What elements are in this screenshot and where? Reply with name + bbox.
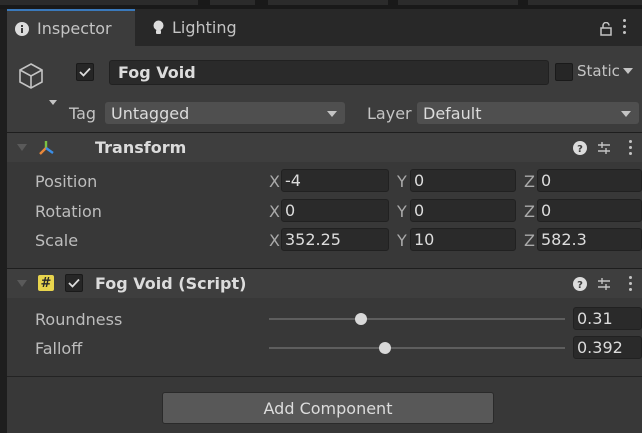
foldout-arrow-icon[interactable]	[17, 144, 27, 151]
axis-z-label: Z	[524, 172, 535, 191]
axis-x-label: X	[269, 202, 280, 221]
svg-text:?: ?	[577, 144, 583, 155]
roundness-label: Roundness	[35, 310, 123, 329]
layer-value: Default	[423, 103, 482, 123]
object-name-field[interactable]: Fog Void	[109, 60, 549, 85]
svg-text:?: ?	[577, 280, 583, 291]
layer-dropdown[interactable]: Default	[417, 102, 639, 124]
axis-z-label: Z	[524, 231, 535, 250]
scale-z-field[interactable]: 582.3	[537, 228, 642, 251]
checkmark-icon	[68, 278, 80, 288]
axis-x-label: X	[269, 231, 280, 250]
rotation-z-field[interactable]: 0	[537, 199, 642, 222]
presets-icon[interactable]	[597, 276, 611, 295]
axis-x-label: X	[269, 172, 280, 191]
top-strip-segment	[0, 0, 198, 5]
axis-y-label: Y	[397, 202, 407, 221]
falloff-slider-thumb[interactable]	[379, 342, 392, 354]
scale-x-field[interactable]: 352.25	[281, 228, 389, 251]
rotation-x-field[interactable]: 0	[281, 199, 389, 222]
top-strip-segment	[528, 0, 642, 5]
top-strip-segment	[398, 0, 518, 5]
more-options-icon[interactable]	[623, 19, 627, 35]
tab-lighting-label: Lighting	[172, 18, 237, 37]
tag-dropdown[interactable]: Untagged	[105, 102, 345, 124]
inspector-panel: Inspector Lighting Fog Void Static Tag U…	[7, 9, 642, 433]
static-dropdown[interactable]: Static	[577, 62, 633, 80]
tab-bar: Inspector Lighting	[7, 9, 642, 46]
transform-icon	[37, 139, 55, 161]
scale-y-field[interactable]: 10	[410, 228, 516, 251]
window-top-strip	[0, 0, 642, 9]
rotation-y-field[interactable]: 0	[410, 199, 516, 222]
lightbulb-icon	[153, 20, 164, 35]
tab-inspector-label: Inspector	[37, 19, 112, 38]
active-checkbox[interactable]	[76, 63, 94, 81]
roundness-slider-thumb[interactable]	[354, 313, 367, 325]
component-menu-icon[interactable]	[629, 140, 632, 158]
presets-icon[interactable]	[597, 140, 611, 159]
add-component-button[interactable]: Add Component	[162, 392, 494, 424]
script-enabled-checkbox[interactable]	[65, 274, 83, 292]
rotation-label: Rotation	[35, 202, 102, 221]
position-x-field[interactable]: -4	[281, 169, 389, 192]
chevron-down-icon[interactable]	[49, 100, 57, 105]
transform-title: Transform	[95, 138, 187, 157]
position-z-field[interactable]: 0	[537, 169, 642, 192]
axis-y-label: Y	[397, 231, 407, 250]
static-checkbox[interactable]	[555, 63, 573, 81]
scale-label: Scale	[35, 231, 79, 250]
tag-label: Tag	[69, 104, 97, 123]
axis-z-label: Z	[524, 202, 535, 221]
component-menu-icon[interactable]	[629, 276, 632, 294]
tag-value: Untagged	[111, 103, 190, 123]
info-icon	[15, 21, 29, 36]
static-label: Static	[577, 62, 620, 80]
tab-lighting[interactable]: Lighting	[143, 9, 253, 46]
position-y-field[interactable]: 0	[410, 169, 516, 192]
falloff-label: Falloff	[35, 339, 83, 358]
foldout-arrow-icon[interactable]	[17, 280, 27, 287]
roundness-value-field[interactable]: 0.31	[573, 307, 642, 330]
chevron-down-icon	[621, 111, 631, 117]
chevron-down-icon	[622, 68, 633, 74]
layer-label: Layer	[367, 104, 412, 123]
top-strip-segment	[210, 0, 255, 5]
help-icon[interactable]: ?	[573, 140, 587, 159]
script-icon: #	[38, 275, 54, 291]
fog-void-script-header[interactable]: # Fog Void (Script) ?	[7, 268, 642, 298]
falloff-slider-track[interactable]	[269, 347, 565, 349]
axis-y-label: Y	[397, 172, 407, 191]
falloff-value-field[interactable]: 0.392	[573, 336, 642, 359]
transform-header[interactable]: Transform ?	[7, 132, 642, 162]
checkmark-icon	[79, 67, 91, 77]
help-icon[interactable]: ?	[573, 276, 587, 295]
gameobject-cube-icon[interactable]	[19, 63, 43, 93]
tab-inspector[interactable]: Inspector	[7, 9, 135, 46]
position-label: Position	[35, 172, 98, 191]
inspector-footer: Add Component	[7, 376, 642, 433]
chevron-down-icon	[327, 111, 337, 117]
script-title: Fog Void (Script)	[95, 274, 247, 293]
top-strip-segment	[268, 0, 388, 5]
roundness-slider-track[interactable]	[269, 318, 565, 320]
lock-icon[interactable]	[600, 21, 612, 36]
